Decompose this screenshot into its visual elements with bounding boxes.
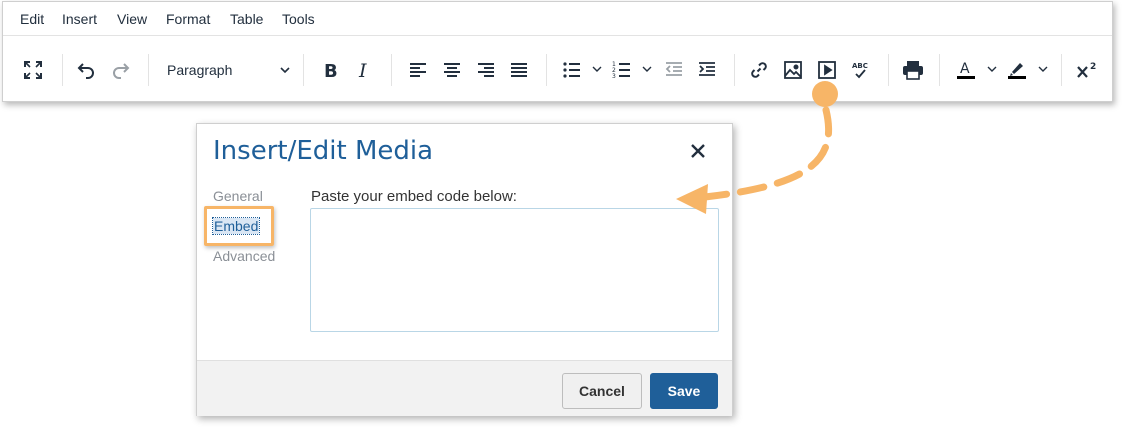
chevron-down-icon [280,67,290,74]
toolbar-separator [939,54,940,86]
close-icon[interactable] [687,140,709,162]
toolbar-separator [303,54,304,86]
media-dialog: Insert/Edit Media General Embed Advanced… [196,123,733,416]
align-left-icon[interactable] [405,57,431,83]
tab-advanced[interactable]: Advanced [213,248,275,264]
menu-edit[interactable]: Edit [20,11,44,27]
svg-text:I: I [358,60,367,80]
align-right-icon[interactable] [473,57,499,83]
toolbar-separator [148,54,149,86]
toolbar-separator [546,54,547,86]
chevron-down-icon[interactable] [1037,63,1049,75]
screenshot-stage: Edit Insert View Format Table Tools Para… [0,0,1129,434]
text-color-icon[interactable]: A [953,57,979,83]
dialog-title: Insert/Edit Media [213,136,434,166]
tab-embed[interactable]: Embed [211,217,261,235]
media-icon[interactable] [814,57,840,83]
bold-icon[interactable]: B [318,57,344,83]
numbered-list-icon[interactable]: 123 [609,57,635,83]
block-format-select[interactable]: Paragraph [163,58,293,82]
superscript-icon[interactable]: 2 [1074,57,1100,83]
menu-view[interactable]: View [117,11,147,27]
bullet-list-icon[interactable] [559,57,585,83]
toolbar-separator [62,54,63,86]
svg-text:B: B [324,61,338,80]
svg-text:2: 2 [1090,62,1096,72]
undo-icon[interactable] [73,57,99,83]
image-icon[interactable] [780,57,806,83]
spellcheck-icon[interactable]: ABC [848,57,874,83]
chevron-down-icon[interactable] [591,63,603,75]
toolbar-separator [391,54,392,86]
spellcheck-glyph: ABC [852,62,868,70]
fullscreen-icon[interactable] [20,57,46,83]
menu-format[interactable]: Format [166,11,210,27]
rich-text-editor: Edit Insert View Format Table Tools Para… [2,1,1113,102]
svg-text:A: A [960,61,970,77]
toolbar-separator [734,54,735,86]
menu-tools[interactable]: Tools [282,11,315,27]
toolbar-separator [1061,54,1062,86]
outdent-icon[interactable] [661,57,687,83]
toolbar: Paragraph B I 1 2 3 ABC A 2 [3,37,1112,103]
block-format-value: Paragraph [167,62,233,78]
tab-embed-label: Embed [211,217,261,235]
italic-icon[interactable]: I [352,57,378,83]
link-icon[interactable] [746,57,772,83]
toolbar-separator [888,54,889,86]
tab-general[interactable]: General [213,188,263,204]
cancel-button[interactable]: Cancel [562,373,642,409]
indent-icon[interactable] [694,57,720,83]
highlight-color-icon[interactable] [1004,57,1030,83]
embed-code-textarea[interactable] [310,208,719,332]
align-center-icon[interactable] [439,57,465,83]
chevron-down-icon[interactable] [986,63,998,75]
print-icon[interactable] [900,57,926,83]
dialog-footer: Cancel Save [197,360,732,416]
embed-code-label: Paste your embed code below: [311,188,517,205]
align-justify-icon[interactable] [506,57,532,83]
menu-insert[interactable]: Insert [62,11,97,27]
save-button[interactable]: Save [650,373,718,409]
svg-text:3: 3 [612,73,616,80]
redo-icon[interactable] [108,57,134,83]
menubar: Edit Insert View Format Table Tools [3,2,1112,36]
menu-table[interactable]: Table [230,11,263,27]
chevron-down-icon[interactable] [641,63,653,75]
